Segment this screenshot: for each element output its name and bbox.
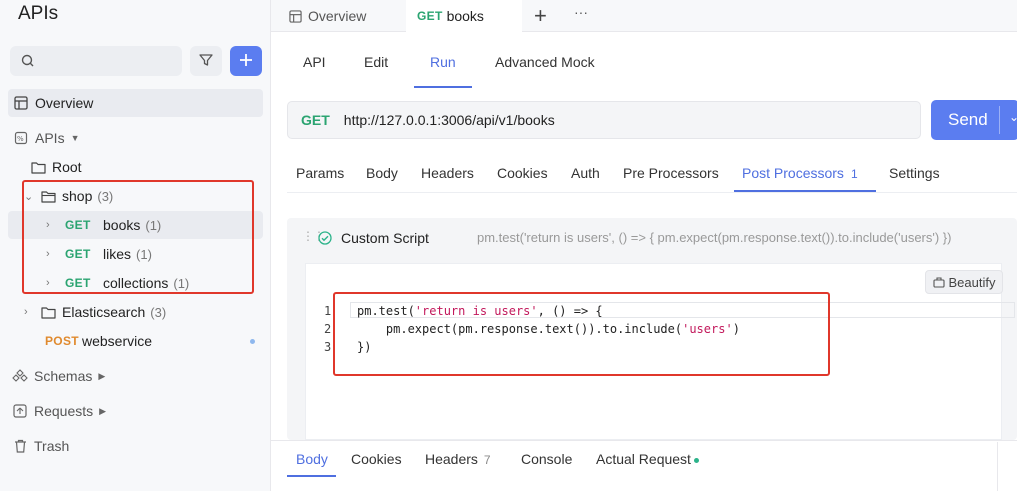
response-tab-headers[interactable]: Headers 7 — [425, 451, 491, 467]
check-circle-icon[interactable] — [318, 231, 332, 245]
tab-settings[interactable]: Settings — [889, 165, 940, 181]
tree-item-label: webservice — [82, 333, 153, 349]
beautify-label: Beautify — [948, 274, 996, 290]
folder-icon — [40, 304, 56, 320]
folder-icon — [30, 159, 46, 175]
sidebar-item-label: Schemas — [34, 368, 93, 384]
status-dot — [250, 338, 255, 344]
plus-icon — [238, 50, 254, 72]
response-tab-cookies[interactable]: Cookies — [351, 451, 402, 467]
tab-label: Headers — [425, 451, 478, 467]
tree-item-root[interactable]: Root — [30, 153, 263, 181]
response-tab-actual-request[interactable]: Actual Request — [596, 451, 699, 467]
method-badge: GET — [417, 8, 443, 23]
script-preview: pm.test('return is users', () => { pm.ex… — [477, 230, 952, 245]
subtab-api[interactable]: API — [303, 54, 326, 70]
divider — [287, 192, 1017, 193]
sidebar-item-schemas[interactable]: Schemas ▶ — [8, 362, 263, 390]
beautify-button[interactable]: Beautify — [925, 270, 1003, 294]
url-text: http://127.0.0.1:3006/api/v1/books — [343, 112, 555, 128]
url-input[interactable]: GET http://127.0.0.1:3006/api/v1/books — [287, 101, 921, 139]
filter-button[interactable] — [190, 46, 222, 76]
tab-auth[interactable]: Auth — [571, 165, 600, 181]
tree-item-count: (3) — [150, 304, 167, 320]
tab-overview[interactable]: Overview — [289, 0, 366, 32]
new-tab-button[interactable]: + — [534, 0, 547, 32]
tree-item-label: Elasticsearch — [62, 304, 146, 320]
highlight-box-tree — [22, 180, 254, 294]
caret-right-icon: ▶ — [98, 370, 106, 381]
script-header[interactable]: ⋮⋮ Custom Script pm.test('return is user… — [287, 218, 1017, 258]
tab-pre-processors[interactable]: Pre Processors — [623, 165, 719, 181]
response-tab-body[interactable]: Body — [296, 451, 328, 467]
search-icon — [20, 53, 36, 72]
tab-post-processors[interactable]: Post Processors 1 — [742, 165, 858, 181]
count-badge: 7 — [483, 453, 491, 467]
requests-icon — [12, 403, 28, 419]
sidebar-item-label: Trash — [34, 438, 70, 454]
tree-item-elasticsearch[interactable]: › Elasticsearch (3) — [24, 298, 263, 326]
sidebar: APIs Overview % APIs ▼ Root ⌄ shop (3) ›… — [0, 0, 271, 491]
script-title: Custom Script — [341, 230, 429, 246]
tab-get-books[interactable]: GET books — [406, 0, 522, 32]
caret-right-icon: ▶ — [99, 405, 107, 416]
sidebar-item-trash[interactable]: Trash — [8, 432, 263, 460]
search-input[interactable] — [10, 46, 182, 76]
sidebar-item-label: APIs — [35, 130, 65, 146]
sidebar-item-label: Overview — [35, 95, 94, 111]
app-title: APIs — [18, 3, 59, 24]
chevron-right-icon: › — [24, 306, 28, 318]
subtab-edit[interactable]: Edit — [364, 54, 388, 70]
divider — [997, 442, 998, 491]
tree-item-webservice[interactable]: POST webservice — [8, 327, 263, 355]
overview-icon — [13, 95, 29, 111]
count-badge: 1 — [850, 167, 858, 181]
beautify-icon — [932, 276, 945, 288]
add-button[interactable] — [230, 46, 262, 76]
method-select[interactable]: GET — [301, 112, 330, 128]
chevron-down-icon[interactable]: ⌄ — [1009, 110, 1017, 124]
schemas-icon — [12, 368, 28, 384]
tab-headers[interactable]: Headers — [421, 165, 474, 181]
sidebar-item-apis[interactable]: % APIs ▼ — [8, 124, 263, 152]
caret-down-icon: ▼ — [70, 133, 80, 143]
trash-icon — [12, 438, 28, 454]
divider — [999, 106, 1000, 134]
response-tab-console[interactable]: Console — [521, 451, 572, 467]
filter-icon — [198, 52, 214, 71]
method-badge: POST — [45, 334, 79, 348]
tree-item-label: Root — [52, 159, 82, 175]
highlight-box-code — [333, 292, 830, 376]
sidebar-item-overview[interactable]: Overview — [8, 89, 263, 117]
sidebar-item-requests[interactable]: Requests ▶ — [8, 397, 263, 425]
tab-label: Actual Request — [596, 451, 691, 467]
line-number: 1 — [324, 304, 332, 318]
tab-cookies[interactable]: Cookies — [497, 165, 548, 181]
overview-icon — [289, 9, 302, 23]
subtab-run[interactable]: Run — [430, 54, 456, 70]
more-options-button[interactable]: ··· — [574, 0, 588, 28]
tab-label: Post Processors — [742, 165, 844, 181]
tab-label: Overview — [308, 8, 367, 24]
status-dot — [693, 457, 699, 463]
tab-active-indicator — [287, 475, 336, 477]
tab-params[interactable]: Params — [296, 165, 344, 181]
subtab-advanced-mock[interactable]: Advanced Mock — [495, 54, 595, 70]
tab-label: books — [446, 7, 484, 24]
tab-active-indicator — [734, 190, 876, 192]
line-number: 3 — [324, 340, 332, 354]
subtab-active-indicator — [414, 86, 472, 88]
send-label: Send — [948, 110, 988, 129]
sidebar-item-label: Requests — [34, 403, 94, 419]
send-button[interactable]: Send ⌄ — [931, 100, 1017, 140]
svg-text:%: % — [17, 135, 24, 143]
tab-body[interactable]: Body — [366, 165, 398, 181]
apis-icon: % — [13, 130, 29, 146]
tab-bar: Overview GET books + ··· — [271, 0, 1017, 32]
line-number: 2 — [324, 322, 332, 336]
